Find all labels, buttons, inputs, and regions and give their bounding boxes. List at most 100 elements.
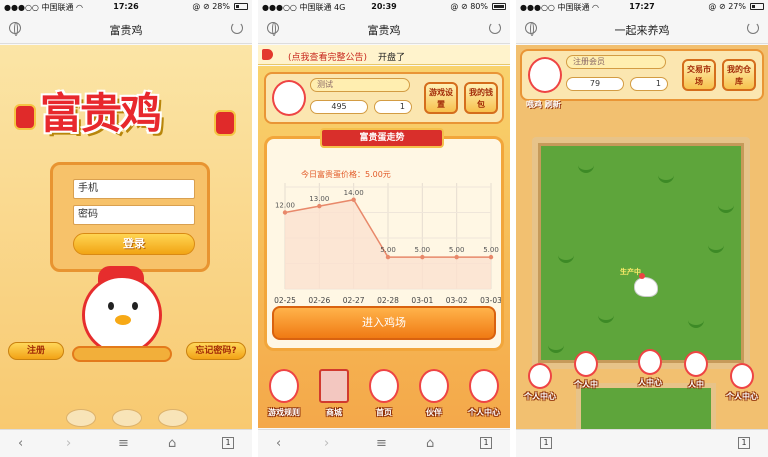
tabs-icon[interactable]: 1 (540, 437, 552, 449)
dock-item-home[interactable]: 首页 (362, 369, 406, 424)
forward-icon[interactable]: › (66, 436, 71, 451)
menu-icon[interactable]: ≡ (118, 436, 129, 451)
avatar[interactable] (272, 80, 306, 116)
rooster-icon (684, 351, 708, 377)
login-form: 手机 密码 登录 (50, 162, 210, 272)
menu-icon[interactable]: ≡ (376, 436, 387, 451)
tabs-icon[interactable]: 1 (480, 437, 492, 449)
data-label: 5.00 (380, 246, 396, 254)
password-field[interactable]: 密码 (73, 205, 195, 225)
battery-icon (492, 3, 506, 10)
rooster-icon (269, 369, 299, 403)
battery-text: @ ⊘ 27% (708, 2, 746, 11)
character-item[interactable]: 个人中心 (722, 363, 762, 411)
grass-icon (658, 173, 674, 183)
character-label: 个人中心 (524, 392, 556, 401)
data-point (488, 254, 494, 260)
exchange-market-button[interactable]: 交易市场 (682, 59, 716, 91)
profile-icon (730, 363, 754, 389)
browser-navbar: 一起来养鸡 (516, 14, 768, 44)
price-line-chart: 今日富贵蛋价格：5.00元 12.00 02-25 13.00 02-26 14.00 0… (274, 169, 501, 305)
x-tick-label: 03-01 (411, 296, 433, 305)
reload-icon[interactable] (747, 22, 759, 34)
data-label: 5.00 (483, 246, 499, 254)
announcement-text: 开盘了 (378, 53, 406, 63)
egg-count: 1 (374, 100, 412, 114)
reload-icon[interactable] (489, 22, 501, 34)
dock-label: 商城 (326, 408, 342, 417)
avatar[interactable] (528, 57, 562, 93)
data-label: 5.00 (415, 246, 431, 254)
player-name: 注册会员 (566, 55, 666, 69)
browser-navbar: 富贵鸡 (258, 14, 510, 44)
egg-count: 1 (630, 77, 668, 91)
phone-trend-screen: ●●●○○ 中国联通 4G 20:39 @ ⊘ 80% 富贵鸡 (点我查看完整公… (258, 0, 510, 457)
browser-navbar: 富贵鸡 (0, 14, 252, 44)
dock-item-profile[interactable]: 个人中心 (462, 369, 506, 424)
character-item[interactable]: 人中心 (630, 349, 670, 397)
battery-text: @ ⊘ 28% (192, 2, 230, 11)
character-item[interactable]: 个人中 (566, 351, 606, 399)
data-point (317, 203, 322, 209)
home-icon[interactable]: ⌂ (168, 436, 176, 451)
player-name: 测试 (310, 78, 410, 92)
dock-item-shop[interactable]: 商城 (312, 369, 356, 424)
character-item[interactable]: 人中 (676, 351, 716, 399)
tabs-icon[interactable]: 1 (738, 437, 750, 449)
dock-label: 伙伴 (426, 408, 442, 417)
login-button[interactable]: 登录 (73, 233, 195, 255)
warehouse-button[interactable]: 我的仓库 (722, 59, 756, 91)
speaker-icon (262, 49, 273, 60)
egg-icon (112, 409, 142, 427)
rooster-eye (108, 302, 114, 310)
x-tick-label: 02-26 (308, 296, 330, 305)
dock-label: 游戏规则 (268, 408, 300, 417)
character-label: 人中 (688, 380, 704, 389)
character-label: 人中心 (638, 378, 662, 387)
browser-toolbar: ‹ › ≡ ⌂ 1 (258, 429, 510, 457)
screenshot-collage: ●●●○○ 中国联通 ◠ 17:26 @ ⊘ 28% 富贵鸡 富贵鸡 手机 密码… (0, 0, 768, 457)
profile-icon (469, 369, 499, 403)
enter-farm-button[interactable]: 进入鸡场 (272, 306, 496, 340)
reload-icon[interactable] (231, 22, 243, 34)
x-tick-label: 02-28 (377, 296, 399, 305)
rooster-eye (132, 302, 138, 310)
character-item[interactable]: 个人中心 (520, 363, 560, 411)
grass-icon (598, 313, 614, 323)
page-title: 一起来养鸡 (614, 24, 670, 37)
feed-refresh-links[interactable]: 喂鸡 刷新 (526, 99, 561, 110)
forgot-password-button[interactable]: 忘记密码? (186, 342, 246, 360)
register-button[interactable]: 注册 (8, 342, 64, 360)
trend-ribbon: 富贵蛋走势 (320, 128, 444, 148)
player-hud: 注册会员 79 1 交易市场 我的仓库 (520, 49, 764, 101)
phone-field[interactable]: 手机 (73, 179, 195, 199)
data-point (385, 254, 391, 260)
battery-icon (750, 3, 764, 10)
tabs-icon[interactable]: 1 (222, 437, 234, 449)
grass-icon (578, 163, 594, 173)
coin-count: 79 (566, 77, 624, 91)
chicken-field[interactable] (532, 137, 750, 369)
game-background: 测试 495 1 游戏设置 我的钱包 今日富贵蛋价格：5.00元 12.00 02… (258, 66, 510, 428)
game-settings-button[interactable]: 游戏设置 (424, 82, 458, 114)
announcement-link[interactable]: (点我查看完整公告) (288, 50, 367, 63)
grass-icon (548, 343, 564, 353)
home-rooster-icon (369, 369, 399, 403)
character-label: 个人中 (574, 380, 598, 389)
player-hud: 测试 495 1 游戏设置 我的钱包 (264, 72, 504, 124)
page-title: 富贵鸡 (109, 24, 143, 37)
forward-icon[interactable]: › (324, 436, 329, 451)
dock-item-rules[interactable]: 游戏规则 (262, 369, 306, 424)
dock-item-partners[interactable]: 伙伴 (412, 369, 456, 424)
home-icon[interactable]: ⌂ (426, 436, 434, 451)
dock-label: 个人中心 (468, 408, 500, 417)
data-label: 14.00 (344, 189, 364, 197)
back-icon[interactable]: ‹ (18, 436, 23, 451)
coin-count: 495 (310, 100, 368, 114)
back-icon[interactable]: ‹ (276, 436, 281, 451)
announcement-bar: (点我查看完整公告) 开盘了 (258, 45, 510, 65)
shop-icon (319, 369, 349, 403)
grass-icon (708, 243, 724, 253)
wallet-button[interactable]: 我的钱包 (464, 82, 498, 114)
hen-icon[interactable] (634, 273, 658, 297)
